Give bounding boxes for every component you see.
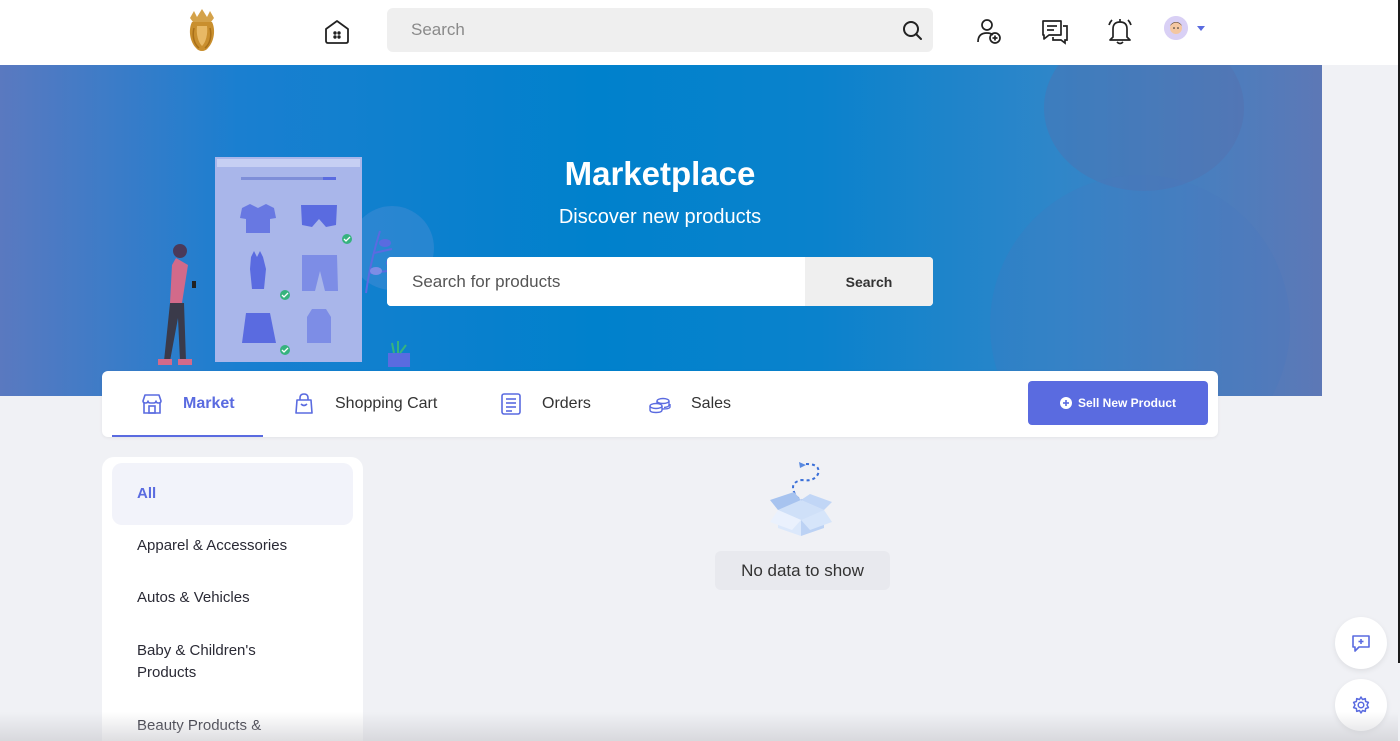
tab-orders[interactable]: Orders — [499, 371, 591, 437]
lion-logo-icon[interactable] — [186, 8, 218, 54]
store-icon — [142, 394, 162, 414]
category-item-autos[interactable]: Autos & Vehicles — [112, 587, 353, 609]
category-item-beauty[interactable]: Beauty Products & — [112, 715, 353, 737]
product-search-button[interactable]: Search — [805, 257, 933, 306]
marketplace-tabs: Market Shopping Cart Orders Sales Sell N… — [102, 371, 1218, 437]
tab-shopping-cart[interactable]: Shopping Cart — [292, 371, 437, 437]
empty-box-icon — [770, 462, 832, 536]
category-sidebar: All Apparel & Accessories Autos & Vehicl… — [102, 457, 363, 741]
messages-icon[interactable] — [1040, 16, 1070, 46]
tab-label: Orders — [542, 395, 591, 412]
bell-icon[interactable] — [1105, 16, 1135, 46]
chevron-down-icon[interactable] — [1197, 26, 1205, 31]
tab-sales[interactable]: Sales — [648, 371, 731, 437]
page-title: Marketplace — [564, 155, 756, 192]
document-icon — [501, 393, 521, 415]
new-chat-button[interactable] — [1335, 617, 1387, 669]
tab-market[interactable]: Market — [112, 371, 263, 437]
home-icon[interactable] — [322, 16, 352, 46]
coins-icon — [649, 397, 671, 414]
tab-label: Market — [183, 395, 235, 412]
page-subtitle: Discover new products — [558, 206, 762, 228]
decorative-circle — [990, 175, 1290, 396]
product-search: Search — [387, 257, 933, 306]
chat-plus-icon — [1352, 635, 1370, 652]
sell-button-label: Sell New Product — [1077, 396, 1177, 410]
marketplace-hero: Marketplace Discover new products Search — [0, 65, 1322, 396]
category-item-baby[interactable]: Baby & Children's Products — [112, 640, 312, 684]
avatar[interactable] — [1164, 16, 1188, 40]
plus-circle-icon — [1059, 397, 1072, 409]
sell-new-product-button[interactable]: Sell New Product — [1028, 381, 1208, 425]
category-item-all[interactable]: All — [112, 463, 353, 525]
product-search-input[interactable] — [387, 257, 805, 306]
shopping-bag-icon — [295, 393, 313, 414]
page-gutter — [1322, 65, 1398, 396]
tab-label: Sales — [691, 395, 732, 412]
search-icon[interactable] — [901, 19, 923, 41]
settings-button[interactable] — [1335, 679, 1387, 731]
tab-label: Shopping Cart — [335, 395, 438, 412]
empty-state-message: No data to show — [715, 551, 890, 590]
decorative-circle — [1044, 65, 1244, 191]
category-item-apparel[interactable]: Apparel & Accessories — [112, 535, 353, 557]
global-search — [387, 8, 933, 52]
global-search-input[interactable] — [387, 8, 887, 52]
add-friend-icon[interactable] — [974, 16, 1004, 46]
top-navbar — [0, 0, 1398, 65]
gear-icon — [1352, 696, 1370, 714]
